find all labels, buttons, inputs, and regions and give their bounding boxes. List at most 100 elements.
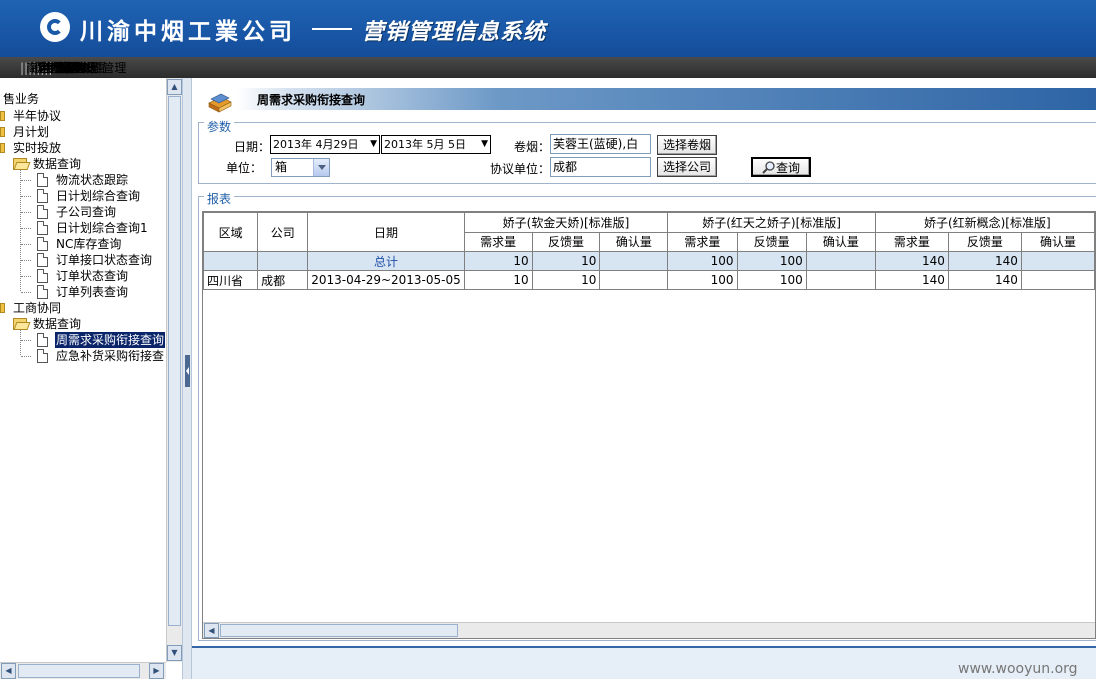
table-cell: 100 [667, 270, 738, 290]
table-cell [599, 251, 669, 271]
report-grid: 区域 公司 日期 娇子(软金天娇)[标准版] 娇子(红天之娇子)[标准版] 娇子… [202, 211, 1096, 639]
tree-leaf-nc-stock[interactable]: NC库存查询 [0, 236, 166, 252]
document-icon [37, 205, 48, 219]
system-name: 营销管理信息系统 [362, 20, 547, 45]
table-cell [1020, 270, 1095, 290]
scroll-left-arrow-icon[interactable]: ◀ [204, 623, 219, 638]
scroll-left-arrow-icon[interactable]: ◀ [1, 663, 16, 679]
watermark: www.wooyun.org [958, 661, 1078, 677]
sidebar-horizontal-scrollbar[interactable]: ◀ ▶ [0, 662, 166, 679]
chevron-down-icon[interactable] [313, 159, 329, 176]
col-header-confirm[interactable]: 确认量 [1020, 231, 1095, 252]
tree-leaf-subsidiary[interactable]: 子公司查询 [0, 204, 166, 220]
sidebar-vertical-scrollbar[interactable]: ▲ ▼ [166, 78, 182, 662]
cigarette-input[interactable]: 芙蓉王(蓝硬),白 [550, 134, 651, 154]
document-icon [37, 269, 48, 283]
unit-label: 单位： [226, 161, 263, 175]
folder-open-icon [13, 158, 31, 170]
table-cell: 10 [463, 270, 533, 290]
tree-leaf-order-list[interactable]: 订单列表查询 [0, 284, 166, 300]
total-row[interactable]: 总计 10 10 100 100 140 140 [203, 251, 1095, 271]
folder-open-icon [13, 318, 31, 330]
col-header-demand[interactable]: 需求量 [667, 231, 738, 252]
col-header-demand[interactable]: 需求量 [463, 231, 533, 252]
scroll-thumb[interactable] [220, 624, 458, 637]
folder-icon [0, 143, 5, 153]
table-cell: 140 [947, 251, 1022, 271]
tree-leaf-emergency-replenish[interactable]: 应急补货采购衔接查 [0, 348, 166, 364]
table-cell: 100 [667, 251, 738, 271]
table-cell: 四川省 [203, 270, 259, 290]
cigarette-label: 卷烟： [514, 140, 551, 154]
tree-node-industry-commerce[interactable]: 工商协同 [0, 300, 166, 316]
dropdown-arrow-icon[interactable]: ▼ [370, 136, 377, 153]
header-row-1: 区域 公司 日期 娇子(软金天娇)[标准版] 娇子(红天之娇子)[标准版] 娇子… [203, 212, 1095, 252]
col-header-company[interactable]: 公司 [257, 212, 309, 252]
org-label: 协议单位： [490, 162, 551, 176]
table-cell: 100 [736, 251, 807, 271]
col-header-region[interactable]: 区域 [203, 212, 259, 252]
col-header-feedback[interactable]: 反馈量 [947, 231, 1022, 252]
table-cell: 10 [531, 251, 601, 271]
dropdown-arrow-icon[interactable]: ▼ [481, 136, 488, 153]
table-cell [599, 270, 669, 290]
table-cell [1020, 251, 1095, 271]
tree-leaf-logistics[interactable]: 物流状态跟踪 [0, 172, 166, 188]
table-cell [805, 270, 876, 290]
col-group-header[interactable]: 娇子(软金天娇)[标准版] [463, 212, 669, 233]
unit-select[interactable]: 箱 [271, 158, 330, 177]
scroll-down-arrow-icon[interactable]: ▼ [167, 645, 182, 661]
books-icon [208, 93, 232, 113]
org-input[interactable]: 成都 [550, 157, 651, 177]
tree-leaf-daily-plan-1[interactable]: 日计划综合查询1 [0, 220, 166, 236]
tree-leaf-order-status[interactable]: 订单状态查询 [0, 268, 166, 284]
tree-leaf-weekly-demand[interactable]: 周需求采购衔接查询 [0, 332, 166, 348]
query-button[interactable]: 查询 [751, 157, 811, 177]
folder-icon [0, 303, 5, 313]
select-cigarette-button[interactable]: 选择卷烟 [657, 135, 717, 155]
nav-tree: 售业务 半年协议 月计划 实时投放 数据查询 物流状态跟踪 日计划综合查询 子公… [0, 78, 166, 662]
collapse-arrow-icon[interactable] [185, 355, 190, 387]
col-header-confirm[interactable]: 确认量 [805, 231, 876, 252]
table-cell [805, 251, 876, 271]
document-icon [37, 333, 48, 347]
tree-leaf-order-interface[interactable]: 订单接口状态查询 [0, 252, 166, 268]
col-group-header[interactable]: 娇子(红天之娇子)[标准版] [667, 212, 876, 233]
select-company-button[interactable]: 选择公司 [657, 157, 717, 177]
col-header-feedback[interactable]: 反馈量 [531, 231, 601, 252]
tree-node-monthly-plan[interactable]: 月计划 [0, 124, 166, 140]
table-row[interactable]: 四川省 成都 2013-04-29~2013-05-05 10 10 100 1… [203, 270, 1095, 290]
col-group-header[interactable]: 娇子(红新概念)[标准版] [874, 212, 1095, 233]
scroll-thumb[interactable] [168, 96, 181, 626]
page-title: 周需求采购衔接查询 [257, 93, 366, 107]
col-header-confirm[interactable]: 确认量 [599, 231, 669, 252]
tree-node-data-query-2[interactable]: 数据查询 [0, 316, 166, 332]
document-icon [37, 173, 48, 187]
document-icon [37, 237, 48, 251]
table-cell [257, 251, 309, 271]
col-header-date[interactable]: 日期 [307, 212, 465, 252]
title-dash [312, 28, 352, 30]
date-to-picker[interactable]: 2013年 5月 5日 ▼ [381, 135, 491, 154]
total-label: 总计 [307, 251, 465, 271]
date-from-picker[interactable]: 2013年 4月29日 ▼ [270, 135, 380, 154]
tree-leaf-daily-plan[interactable]: 日计划综合查询 [0, 188, 166, 204]
pane-splitter[interactable] [182, 78, 192, 679]
scroll-thumb[interactable] [18, 664, 140, 678]
company-logo-icon [40, 12, 70, 42]
tree-node-half-year[interactable]: 半年协议 [0, 108, 166, 124]
table-cell: 140 [947, 270, 1022, 290]
tree-node-realtime[interactable]: 实时投放 [0, 140, 166, 156]
document-icon [37, 221, 48, 235]
date-label: 日期： [234, 140, 271, 154]
scroll-up-arrow-icon[interactable]: ▲ [167, 79, 182, 95]
document-icon [37, 253, 48, 267]
tree-node-data-query-1[interactable]: 数据查询 [0, 156, 166, 172]
col-header-feedback[interactable]: 反馈量 [736, 231, 807, 252]
main-content: 周需求采购衔接查询 参数 日期： 2013年 4月29日 ▼ 2013年 5月 5… [192, 78, 1096, 679]
grid-horizontal-scrollbar[interactable]: ◀ [203, 622, 1095, 638]
scroll-right-arrow-icon[interactable]: ▶ [149, 663, 164, 679]
main-menu-bar: 商务智能分析 | 销售业务 | 促销管理 | 客户服务 | 信息采集 | 销售分析 | 考勤… [0, 57, 1096, 78]
col-header-demand[interactable]: 需求量 [874, 231, 949, 252]
table-cell: 10 [531, 270, 601, 290]
